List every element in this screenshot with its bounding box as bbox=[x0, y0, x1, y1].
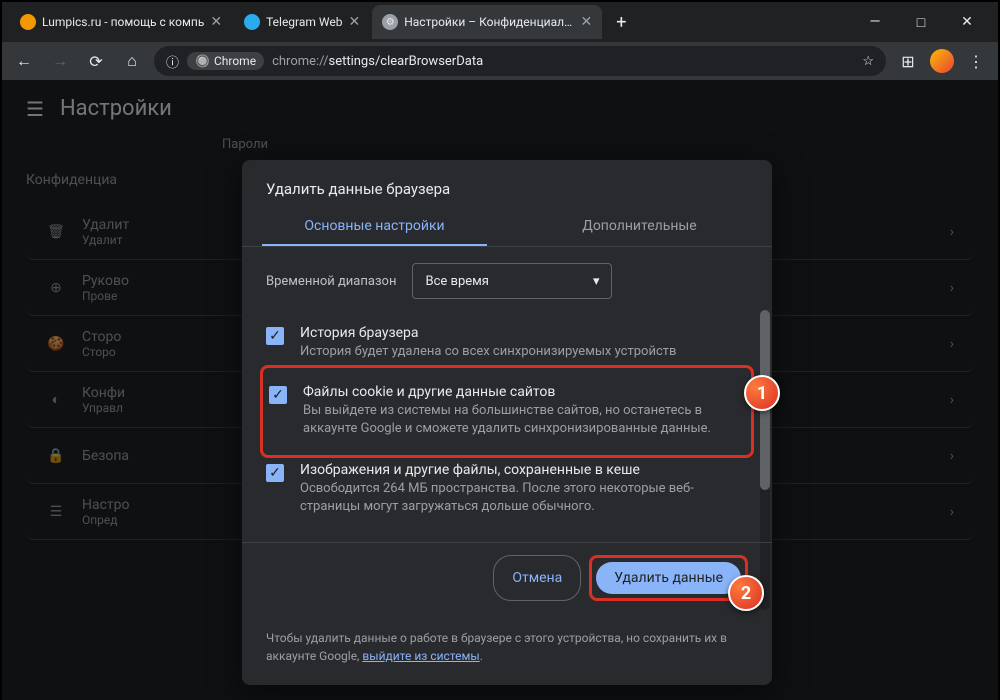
dialog-tabs: Основные настройки Дополнительные bbox=[242, 206, 772, 247]
menu-button[interactable]: ⋮ bbox=[962, 47, 990, 75]
tab-basic[interactable]: Основные настройки bbox=[242, 206, 507, 246]
extensions-button[interactable]: ⊞ bbox=[894, 47, 922, 75]
home-button[interactable]: ⌂ bbox=[118, 47, 146, 75]
cancel-button[interactable]: Отмена bbox=[493, 555, 581, 601]
callout-2: 2 bbox=[728, 575, 764, 611]
check-title: Изображения и другие файлы, сохраненные … bbox=[300, 462, 748, 478]
callout-1: 1 bbox=[744, 375, 780, 411]
back-button[interactable]: ← bbox=[10, 47, 38, 75]
tab-advanced[interactable]: Дополнительные bbox=[507, 206, 772, 246]
page-content: ☰ Настройки Пароли Конфиденциа 🗑УдалитУд… bbox=[2, 80, 998, 700]
site-info-icon[interactable]: ⓘ bbox=[166, 52, 179, 71]
tab-lumpics[interactable]: Lumpics.ru - помощь с компь ✕ bbox=[10, 5, 232, 39]
tab-label: Lumpics.ru - помощь с компь bbox=[42, 15, 204, 29]
chrome-chip: 🔘 Chrome bbox=[187, 52, 264, 70]
check-desc: История будет удалена со всех синхронизи… bbox=[300, 343, 676, 361]
select-value: Все время bbox=[425, 274, 488, 289]
address-bar[interactable]: ⓘ 🔘 Chrome chrome://settings/clearBrowse… bbox=[154, 46, 886, 76]
dialog-body: Временной диапазон Все время ▾ ✓ История… bbox=[242, 247, 772, 542]
checkbox-checked-icon[interactable]: ✓ bbox=[269, 386, 287, 404]
delete-data-button[interactable]: Удалить данные bbox=[596, 562, 741, 594]
checkbox-checked-icon[interactable]: ✓ bbox=[266, 464, 284, 482]
gear-icon: ⚙ bbox=[382, 14, 398, 30]
minimize-button[interactable]: — bbox=[852, 2, 898, 42]
time-range-row: Временной диапазон Все время ▾ bbox=[266, 263, 748, 299]
check-desc: Вы выйдете из системы на большинстве сай… bbox=[303, 402, 745, 438]
close-icon[interactable]: ✕ bbox=[348, 14, 360, 30]
close-window-button[interactable]: ✕ bbox=[944, 2, 990, 42]
check-desc: Освободится 264 МБ пространства. После э… bbox=[300, 480, 748, 516]
check-history[interactable]: ✓ История браузера История будет удалена… bbox=[266, 315, 748, 371]
signout-link[interactable]: выйдите из системы bbox=[362, 649, 479, 663]
dialog-title: Удалить данные браузера bbox=[242, 160, 772, 206]
time-range-select[interactable]: Все время ▾ bbox=[412, 263, 612, 299]
favicon-icon bbox=[244, 14, 260, 30]
check-cookies[interactable]: ✓ Файлы cookie и другие данные сайтов Вы… bbox=[269, 374, 745, 448]
favicon-icon bbox=[20, 14, 36, 30]
tab-label: Telegram Web bbox=[266, 15, 342, 29]
reload-button[interactable]: ⟳ bbox=[82, 47, 110, 75]
forward-button[interactable]: → bbox=[46, 47, 74, 75]
check-title: История браузера bbox=[300, 325, 676, 341]
highlight-confirm: Удалить данные bbox=[589, 555, 748, 601]
highlight-cookies: ✓ Файлы cookie и другие данные сайтов Вы… bbox=[260, 365, 754, 457]
checkbox-checked-icon[interactable]: ✓ bbox=[266, 327, 284, 345]
tab-settings[interactable]: ⚙ Настройки – Конфиденциальн ✕ bbox=[372, 5, 602, 39]
close-icon[interactable]: ✕ bbox=[210, 14, 222, 30]
dialog-note: Чтобы удалить данные о работе в браузере… bbox=[242, 617, 772, 685]
close-icon[interactable]: ✕ bbox=[580, 14, 592, 30]
check-cache[interactable]: ✓ Изображения и другие файлы, сохраненны… bbox=[266, 452, 748, 526]
time-range-label: Временной диапазон bbox=[266, 274, 396, 289]
maximize-button[interactable]: □ bbox=[898, 2, 944, 42]
clear-data-dialog: Удалить данные браузера Основные настрой… bbox=[242, 160, 772, 685]
profile-avatar[interactable] bbox=[930, 49, 954, 73]
new-tab-button[interactable]: + bbox=[604, 12, 638, 33]
check-title: Файлы cookie и другие данные сайтов bbox=[303, 384, 745, 400]
toolbar: ← → ⟳ ⌂ ⓘ 🔘 Chrome chrome://settings/cle… bbox=[2, 42, 998, 80]
tab-telegram[interactable]: Telegram Web ✕ bbox=[234, 5, 370, 39]
chevron-down-icon: ▾ bbox=[593, 274, 600, 289]
bookmark-icon[interactable]: ☆ bbox=[862, 54, 874, 69]
titlebar: Lumpics.ru - помощь с компь ✕ Telegram W… bbox=[2, 2, 998, 42]
dialog-footer: Отмена Удалить данные bbox=[242, 542, 772, 617]
url-text: chrome://settings/clearBrowserData bbox=[272, 54, 483, 69]
tab-label: Настройки – Конфиденциальн bbox=[404, 15, 574, 29]
window-controls: — □ ✕ bbox=[852, 2, 990, 42]
